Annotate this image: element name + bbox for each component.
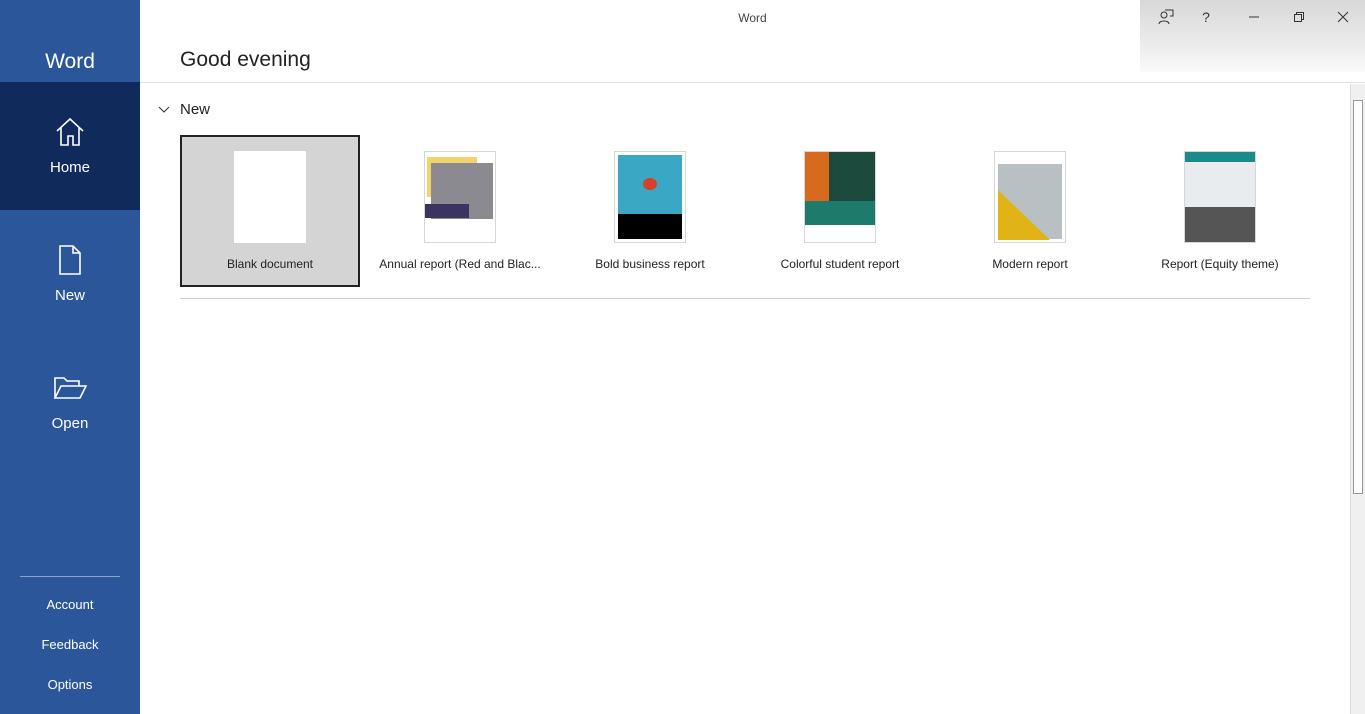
sidebar: Word Home New Open Account Feedback Opti… [0, 0, 140, 714]
greeting: Good evening [180, 48, 311, 71]
template-thumbnail [804, 151, 876, 243]
help-button[interactable]: ? [1190, 6, 1222, 28]
sidebar-item-label: Open [51, 415, 89, 432]
coauthor-button[interactable] [1150, 6, 1182, 28]
template-colorful-student-report[interactable]: Colorful student report [750, 135, 930, 287]
template-thumbnail [234, 151, 306, 243]
scrollbar-thumb[interactable] [1353, 100, 1363, 494]
sidebar-item-label: Home [49, 159, 90, 176]
template-annual-report[interactable]: Annual report (Red and Blac... [370, 135, 550, 287]
template-name: Report (Equity theme) [1161, 257, 1279, 271]
template-name: Modern report [992, 257, 1068, 271]
sidebar-item-new[interactable]: New [0, 210, 140, 338]
divider [140, 82, 1365, 83]
feedback-link[interactable]: Feedback [0, 637, 140, 652]
section-title: New [180, 101, 211, 118]
app-name: Word [45, 50, 95, 73]
sidebar-item-home[interactable]: Home [0, 82, 140, 210]
template-name: Bold business report [595, 257, 705, 271]
template-thumbnail [1184, 151, 1256, 243]
template-thumbnail [424, 151, 496, 243]
template-name: Annual report (Red and Blac... [379, 257, 541, 271]
account-link[interactable]: Account [0, 597, 140, 612]
folder-open-icon [53, 377, 88, 399]
options-link[interactable]: Options [0, 677, 140, 692]
sidebar-item-label: New [54, 287, 85, 304]
restore-icon [1294, 12, 1304, 22]
template-modern-report[interactable]: Modern report [940, 135, 1120, 287]
minimize-icon [1249, 16, 1259, 18]
sidebar-item-open[interactable]: Open [0, 338, 140, 466]
title-bar: Word ? [140, 0, 1365, 72]
vertical-scrollbar[interactable] [1350, 84, 1365, 714]
divider [20, 576, 120, 577]
template-thumbnail [994, 151, 1066, 243]
template-name: Blank document [226, 257, 314, 271]
template-name: Colorful student report [780, 257, 900, 271]
new-section-toggle[interactable]: New [158, 101, 210, 118]
home-icon [56, 117, 84, 146]
template-bold-business-report[interactable]: Bold business report [560, 135, 740, 287]
restore-button[interactable] [1283, 6, 1315, 28]
template-thumbnail [614, 151, 686, 243]
close-icon [1337, 11, 1349, 23]
new-document-icon [59, 245, 81, 275]
close-button[interactable] [1327, 6, 1359, 28]
help-icon: ? [1202, 9, 1210, 25]
coauthor-icon [1158, 9, 1174, 25]
chevron-down-icon [158, 106, 170, 113]
template-blank-document[interactable]: Blank document [180, 135, 360, 287]
minimize-button[interactable] [1238, 6, 1270, 28]
template-report-equity[interactable]: Report (Equity theme) [1130, 135, 1310, 287]
divider [180, 298, 1310, 299]
